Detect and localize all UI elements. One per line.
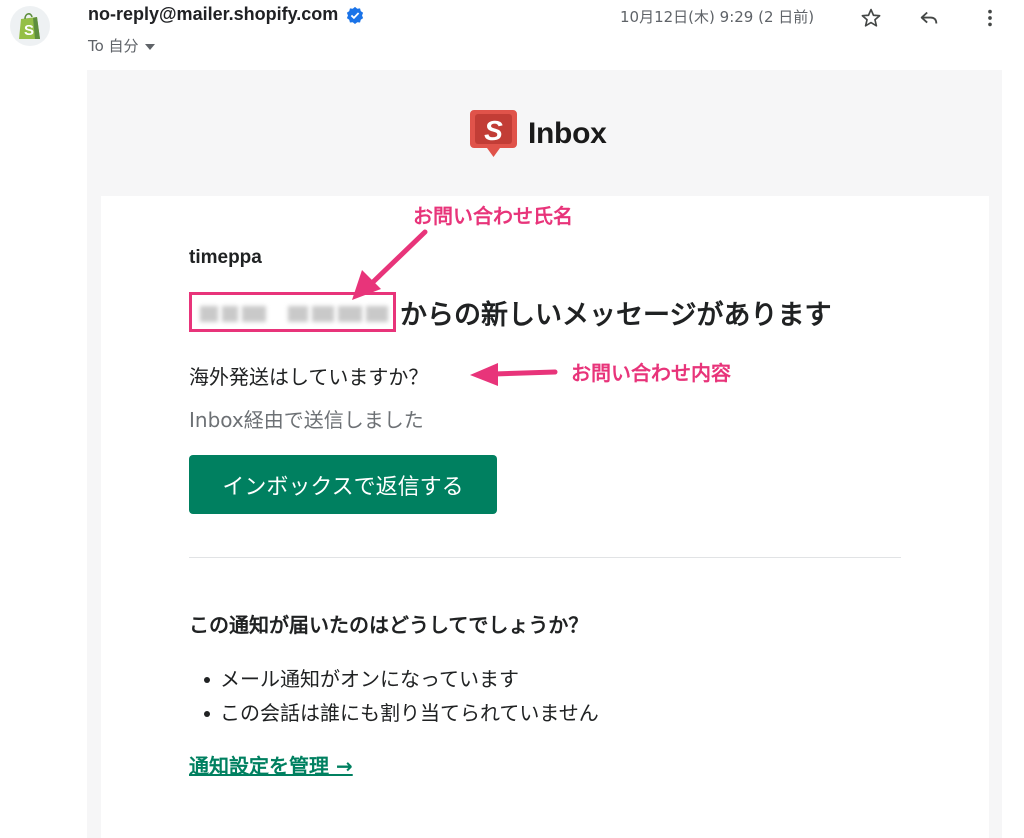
received-date: 10月12日(木) 9:29 (2 日前)	[620, 8, 815, 26]
list-item: メール通知がオンになっています	[204, 662, 599, 696]
inbox-logo-letter: S	[484, 115, 503, 146]
recipient-label: To 自分	[88, 37, 139, 55]
brand-name: Inbox	[528, 117, 607, 150]
redacted-customer-name	[189, 292, 396, 332]
annotation-name-label: お問い合わせ氏名	[413, 204, 573, 228]
headline: からの新しいメッセージがあります	[189, 292, 831, 332]
reason-list: メール通知がオンになっています この会話は誰にも割り当てられていません	[204, 662, 599, 730]
svg-text:S: S	[24, 22, 34, 39]
shopify-bag-icon: S	[19, 13, 40, 39]
reply-icon[interactable]	[913, 2, 945, 34]
divider	[189, 557, 901, 558]
annotation-content-label: お問い合わせ内容	[571, 361, 731, 385]
sender-line: no-reply@mailer.shopify.com	[88, 4, 364, 25]
list-item: この会話は誰にも割り当てられていません	[204, 696, 599, 730]
why-notification-title: この通知が届いたのはどうしてでしょうか？	[189, 613, 589, 637]
shop-name: timeppa	[189, 247, 262, 268]
star-icon[interactable]	[855, 2, 887, 34]
sent-via-note: Inbox経由で送信しました	[189, 408, 424, 432]
recipient-toggle[interactable]: To 自分	[88, 35, 155, 56]
verified-badge-icon	[347, 6, 364, 24]
customer-message: 海外発送はしていますか？	[189, 365, 429, 389]
sender-avatar[interactable]: S	[10, 6, 50, 46]
inbox-brand: S Inbox	[470, 110, 607, 158]
reply-in-inbox-button[interactable]: インボックスで返信する	[189, 455, 497, 514]
inbox-logo-icon: S	[470, 110, 517, 158]
manage-notifications-link[interactable]: 通知設定を管理 →	[189, 750, 353, 779]
more-vertical-icon[interactable]	[974, 2, 1006, 34]
sender-address[interactable]: no-reply@mailer.shopify.com	[88, 4, 338, 25]
chevron-down-icon	[144, 43, 155, 50]
headline-text: からの新しいメッセージがあります	[400, 299, 832, 331]
